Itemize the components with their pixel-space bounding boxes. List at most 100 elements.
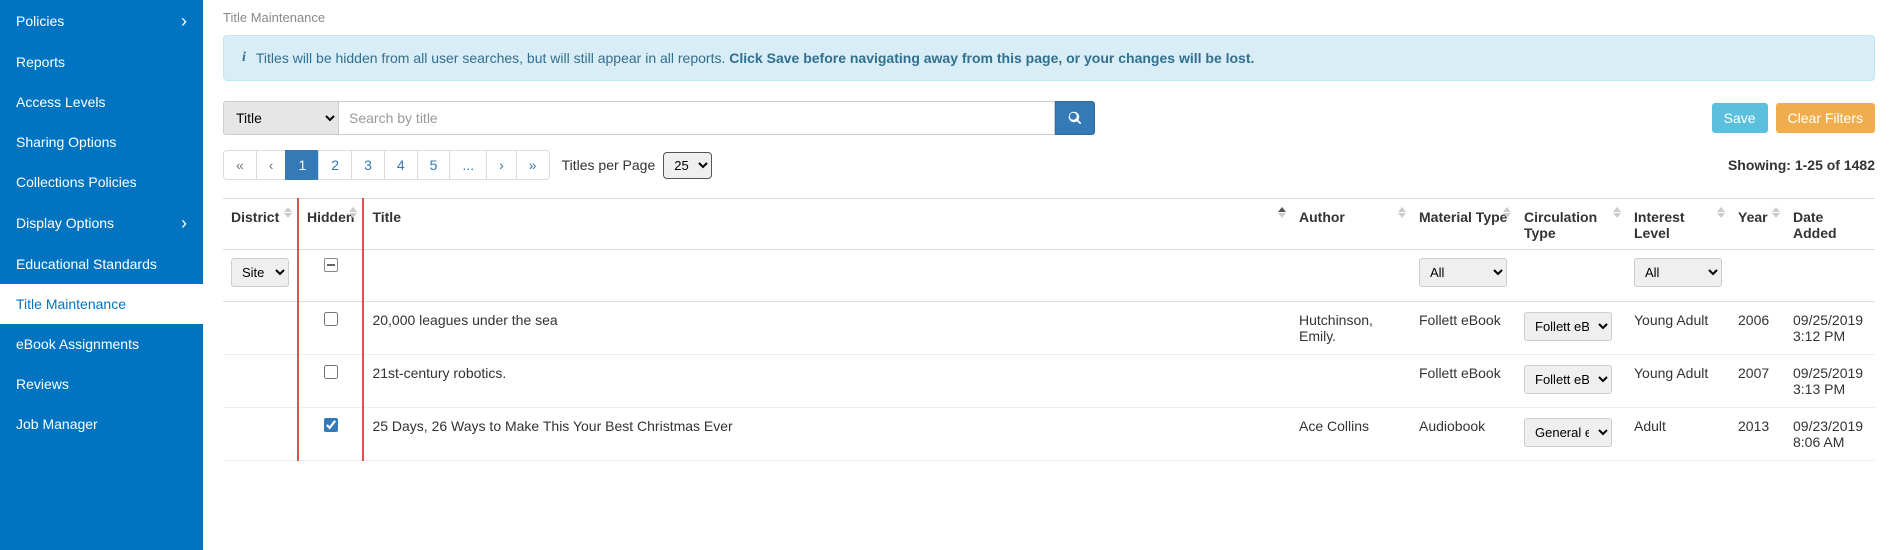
cell-author: Hutchinson, Emily. bbox=[1291, 302, 1411, 355]
per-page-select[interactable]: 25 bbox=[663, 152, 712, 179]
main-content: Title Maintenance i Titles will be hidde… bbox=[203, 0, 1895, 550]
cell-date-added: 09/23/20198:06 AM bbox=[1785, 408, 1875, 461]
sidebar-item-educational-standards[interactable]: Educational Standards bbox=[0, 244, 203, 284]
hidden-checkbox[interactable] bbox=[324, 365, 338, 379]
hidden-checkbox[interactable] bbox=[324, 418, 338, 432]
cell-title: 25 Days, 26 Ways to Make This Your Best … bbox=[363, 408, 1291, 461]
col-circulation-type[interactable]: Circulation Type bbox=[1516, 199, 1626, 250]
save-button[interactable]: Save bbox=[1712, 103, 1768, 133]
sidebar-item-label: Collections Policies bbox=[16, 174, 137, 190]
sidebar-item-label: Educational Standards bbox=[16, 256, 157, 272]
table-row: 21st-century robotics. Follett eBook Folle… bbox=[223, 355, 1875, 408]
sort-icon bbox=[1612, 205, 1622, 219]
showing-count: Showing: 1-25 of 1482 bbox=[1728, 157, 1875, 173]
col-author[interactable]: Author bbox=[1291, 199, 1411, 250]
district-filter-select[interactable]: Site bbox=[231, 258, 289, 287]
sort-icon bbox=[1771, 205, 1781, 219]
search-button[interactable] bbox=[1055, 101, 1095, 135]
cell-year: 2013 bbox=[1730, 408, 1785, 461]
cell-date-added: 09/25/20193:12 PM bbox=[1785, 302, 1875, 355]
toolbar: Title Save Clear Filters bbox=[223, 101, 1875, 135]
per-page-label: Titles per Page bbox=[562, 157, 656, 173]
sort-icon bbox=[1397, 205, 1407, 219]
page-item[interactable]: 4 bbox=[384, 150, 418, 180]
table-row: 20,000 leagues under the seaHutchinson, … bbox=[223, 302, 1875, 355]
hidden-select-all-checkbox[interactable] bbox=[324, 258, 338, 272]
sidebar-item-label: Sharing Options bbox=[16, 134, 116, 150]
page-item[interactable]: « bbox=[223, 150, 257, 180]
pagination-row: «‹12345...›» Titles per Page 25 Showing:… bbox=[223, 150, 1875, 180]
alert-text: Titles will be hidden from all user sear… bbox=[256, 50, 1255, 66]
search-field-select[interactable]: Title bbox=[223, 101, 339, 135]
table-header-row: District Hidden Title Author Material Ty… bbox=[223, 199, 1875, 250]
alert-plain: Titles will be hidden from all user sear… bbox=[256, 50, 729, 66]
circulation-type-select[interactable]: Follett eBook bbox=[1524, 312, 1612, 341]
col-material-type[interactable]: Material Type bbox=[1411, 199, 1516, 250]
cell-author bbox=[1291, 355, 1411, 408]
sidebar-item-ebook-assignments[interactable]: eBook Assignments bbox=[0, 324, 203, 364]
cell-material-type: Follett eBook bbox=[1411, 302, 1516, 355]
sidebar-item-title-maintenance[interactable]: Title Maintenance bbox=[0, 284, 203, 324]
page-title: Title Maintenance bbox=[223, 10, 1875, 25]
search-icon bbox=[1068, 111, 1082, 125]
col-interest-level[interactable]: Interest Level bbox=[1626, 199, 1730, 250]
material-type-filter-select[interactable]: All bbox=[1419, 258, 1507, 287]
sidebar-item-policies[interactable]: Policies bbox=[0, 0, 203, 42]
circulation-type-select[interactable]: Follett eBook bbox=[1524, 365, 1612, 394]
page-item[interactable]: 1 bbox=[285, 150, 319, 180]
cell-interest-level: Young Adult bbox=[1626, 355, 1730, 408]
sidebar-item-job-manager[interactable]: Job Manager bbox=[0, 404, 203, 444]
chevron-right-icon bbox=[181, 214, 187, 232]
page-item[interactable]: 3 bbox=[351, 150, 385, 180]
sidebar-item-label: Display Options bbox=[16, 215, 114, 231]
sidebar-item-reports[interactable]: Reports bbox=[0, 42, 203, 82]
page-item[interactable]: 2 bbox=[318, 150, 352, 180]
interest-level-filter-select[interactable]: All bbox=[1634, 258, 1722, 287]
sort-icon bbox=[1716, 205, 1726, 219]
titles-table: District Hidden Title Author Material Ty… bbox=[223, 198, 1875, 461]
page-item[interactable]: 5 bbox=[417, 150, 451, 180]
sidebar: PoliciesReports Access Levels Sharing Opti… bbox=[0, 0, 203, 550]
sort-icon bbox=[348, 205, 358, 219]
cell-title: 21st-century robotics. bbox=[363, 355, 1291, 408]
sidebar-item-access-levels[interactable]: Access Levels bbox=[0, 82, 203, 122]
pager-left: «‹12345...›» Titles per Page 25 bbox=[223, 150, 712, 180]
page-item[interactable]: ‹ bbox=[256, 150, 287, 180]
cell-interest-level: Adult bbox=[1626, 408, 1730, 461]
titles-per-page: Titles per Page 25 bbox=[562, 152, 713, 179]
cell-interest-level: Young Adult bbox=[1626, 302, 1730, 355]
cell-date-added: 09/25/20193:13 PM bbox=[1785, 355, 1875, 408]
sidebar-item-reviews[interactable]: Reviews bbox=[0, 364, 203, 404]
hidden-checkbox[interactable] bbox=[324, 312, 338, 326]
table-row: 25 Days, 26 Ways to Make This Your Best … bbox=[223, 408, 1875, 461]
search-input[interactable] bbox=[339, 101, 1055, 135]
sidebar-item-label: eBook Assignments bbox=[16, 336, 139, 352]
sidebar-item-label: Job Manager bbox=[16, 416, 98, 432]
sort-icon bbox=[1277, 205, 1287, 219]
col-year[interactable]: Year bbox=[1730, 199, 1785, 250]
sidebar-item-label: Title Maintenance bbox=[16, 296, 126, 312]
col-date-added[interactable]: Date Added bbox=[1785, 199, 1875, 250]
col-title[interactable]: Title bbox=[363, 199, 1291, 250]
circulation-type-select[interactable]: General eBook bbox=[1524, 418, 1612, 447]
sidebar-item-label: Access Levels bbox=[16, 94, 105, 110]
chevron-right-icon bbox=[181, 12, 187, 30]
cell-title: 20,000 leagues under the sea bbox=[363, 302, 1291, 355]
cell-year: 2006 bbox=[1730, 302, 1785, 355]
sidebar-item-display-options[interactable]: Display Options bbox=[0, 202, 203, 244]
col-district[interactable]: District bbox=[223, 199, 298, 250]
sidebar-item-collections-policies[interactable]: Collections Policies bbox=[0, 162, 203, 202]
page-item[interactable]: » bbox=[516, 150, 550, 180]
col-hidden[interactable]: Hidden bbox=[298, 199, 363, 250]
page-item[interactable]: › bbox=[486, 150, 517, 180]
search-group: Title bbox=[223, 101, 1095, 135]
clear-filters-button[interactable]: Clear Filters bbox=[1776, 103, 1875, 133]
alert-bold: Click Save before navigating away from t… bbox=[729, 50, 1254, 66]
sidebar-item-sharing-options[interactable]: Sharing Options bbox=[0, 122, 203, 162]
info-alert: i Titles will be hidden from all user se… bbox=[223, 35, 1875, 81]
cell-author: Ace Collins bbox=[1291, 408, 1411, 461]
cell-material-type: Follett eBook bbox=[1411, 355, 1516, 408]
pagination: «‹12345...›» bbox=[223, 150, 550, 180]
page-item[interactable]: ... bbox=[449, 150, 487, 180]
info-icon: i bbox=[242, 50, 246, 66]
